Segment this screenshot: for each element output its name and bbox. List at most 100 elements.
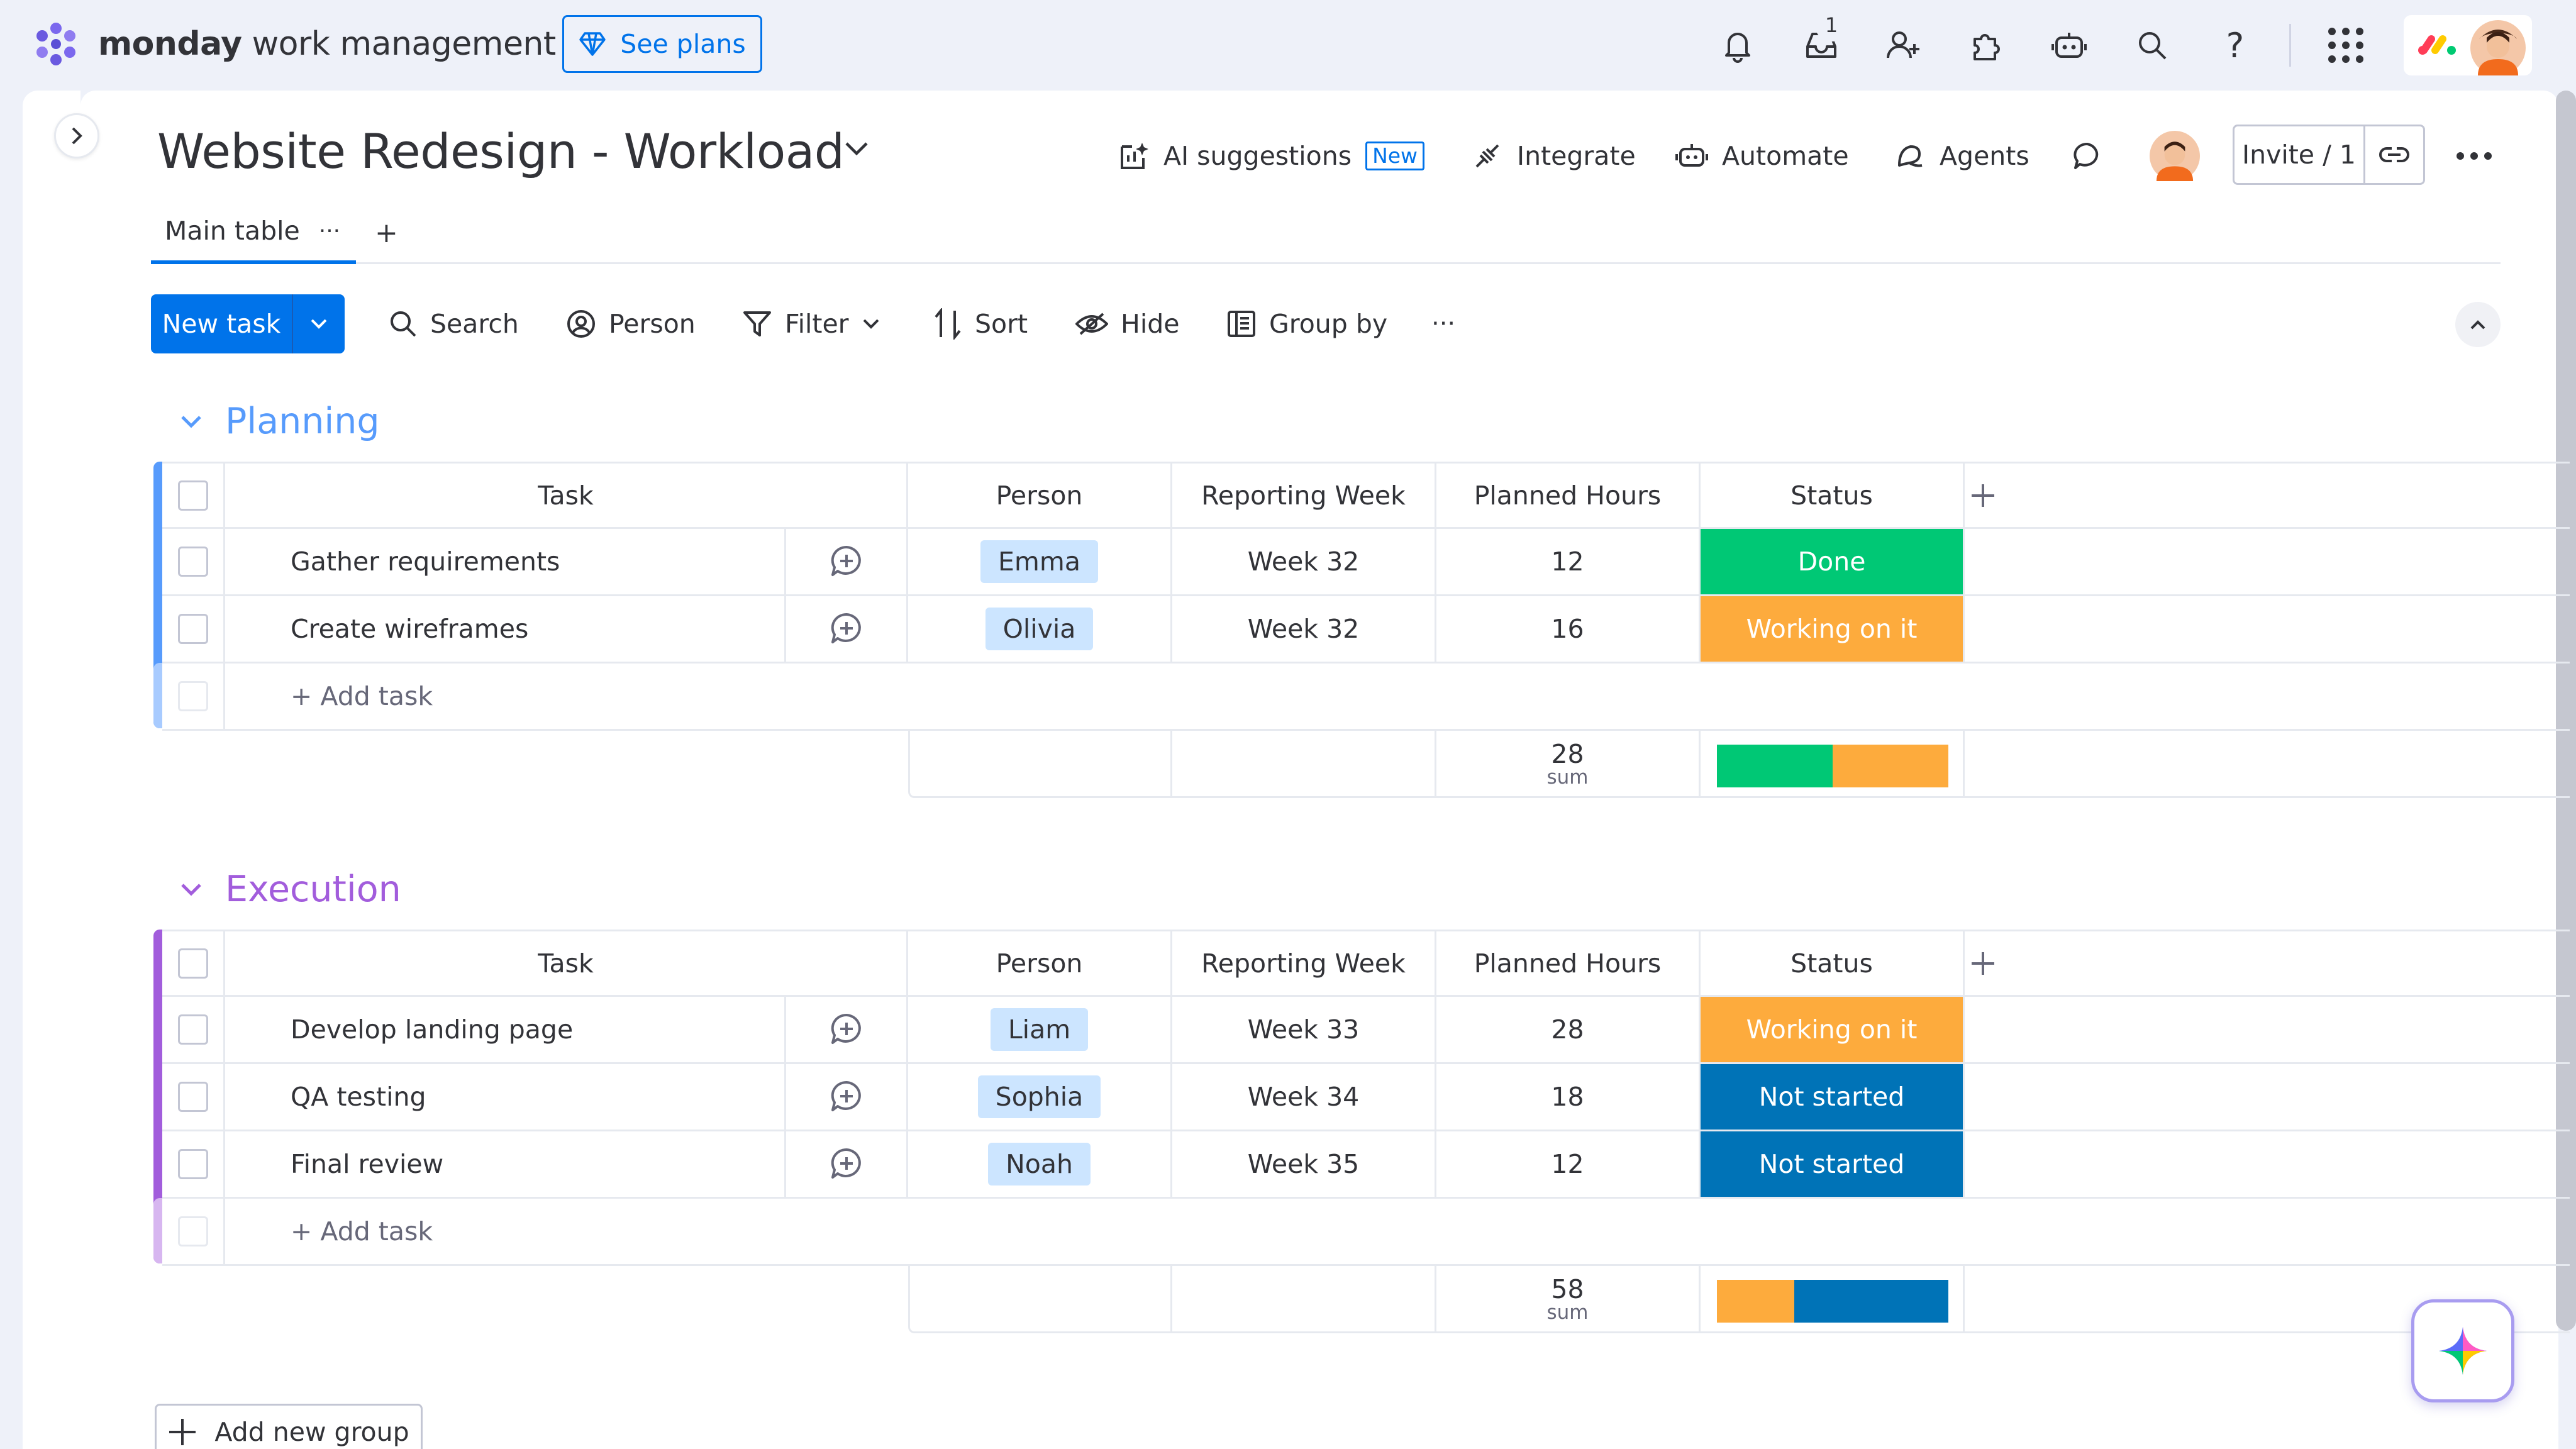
add-new-group-button[interactable]: Add new group: [155, 1404, 423, 1449]
search-button[interactable]: Search: [389, 294, 519, 353]
reporting-week[interactable]: Week 33: [1172, 997, 1436, 1064]
task-name[interactable]: Develop landing page: [225, 997, 786, 1064]
hours-sum: 58 sum: [1436, 1266, 1701, 1333]
person-pill: Emma: [980, 540, 1098, 583]
row-checkbox[interactable]: [177, 614, 208, 644]
column-header-person[interactable]: Person: [908, 462, 1172, 529]
add-task-input[interactable]: + Add task: [225, 663, 2570, 731]
add-update-button[interactable]: [786, 1131, 908, 1199]
status-summary-segment: [1794, 1280, 1948, 1323]
invite-person-icon[interactable]: [1880, 23, 1926, 68]
add-update-button[interactable]: [786, 997, 908, 1064]
row-checkbox: [177, 681, 208, 711]
status-label[interactable]: Not started: [1701, 1064, 1965, 1131]
row-checkbox[interactable]: [177, 547, 208, 577]
bell-icon[interactable]: [1715, 23, 1760, 68]
column-header-hours[interactable]: Planned Hours: [1436, 462, 1701, 529]
add-comment-icon: [831, 545, 861, 576]
board-owner-avatar[interactable]: [2150, 131, 2200, 181]
ai-suggestions-button[interactable]: AI suggestions New: [1118, 131, 1425, 181]
planned-hours[interactable]: 12: [1436, 529, 1701, 596]
sort-button[interactable]: Sort: [933, 294, 1028, 353]
see-plans-button[interactable]: See plans: [562, 15, 762, 73]
inbox-badge: 1: [1815, 9, 1848, 42]
integrate-icon: [1475, 144, 1499, 168]
reporting-week[interactable]: Week 34: [1172, 1064, 1436, 1131]
add-view-button[interactable]: +: [375, 201, 398, 264]
sidebar-expand-button[interactable]: [54, 113, 99, 158]
monday-logo[interactable]: monday work management: [31, 19, 556, 69]
account-switcher[interactable]: [2404, 15, 2532, 75]
row-checkbox[interactable]: [177, 1082, 208, 1112]
comments-button[interactable]: [2072, 131, 2103, 181]
planned-hours[interactable]: 12: [1436, 1131, 1701, 1199]
filter-button[interactable]: Filter: [742, 294, 880, 353]
app-grid-icon[interactable]: [2323, 23, 2368, 68]
planned-hours[interactable]: 18: [1436, 1064, 1701, 1131]
row-checkbox[interactable]: [177, 1149, 208, 1179]
select-all-checkbox[interactable]: [177, 948, 208, 979]
planned-hours[interactable]: 28: [1436, 997, 1701, 1064]
column-header-week[interactable]: Reporting Week: [1172, 462, 1436, 529]
tab-main-table[interactable]: Main table ···: [151, 201, 356, 264]
chevron-down-icon: [845, 142, 868, 156]
add-task-input[interactable]: + Add task: [225, 1199, 2570, 1266]
add-update-button[interactable]: [786, 529, 908, 596]
person-pill: Noah: [988, 1143, 1091, 1185]
status-label[interactable]: Working on it: [1701, 596, 1965, 663]
column-header-task[interactable]: Task: [225, 930, 908, 997]
group-by-button[interactable]: Group by: [1226, 294, 1387, 353]
add-update-button[interactable]: [786, 1064, 908, 1131]
agents-button[interactable]: Agents: [1894, 131, 2029, 181]
planned-hours[interactable]: 16: [1436, 596, 1701, 663]
column-header-person[interactable]: Person: [908, 930, 1172, 997]
search-icon[interactable]: [2129, 23, 2175, 68]
status-label[interactable]: Working on it: [1701, 997, 1965, 1064]
task-name[interactable]: QA testing: [225, 1064, 786, 1131]
collapse-header-button[interactable]: [2455, 302, 2501, 347]
task-name[interactable]: Final review: [225, 1131, 786, 1199]
column-header-task[interactable]: Task: [225, 462, 908, 529]
task-name[interactable]: Create wireframes: [225, 596, 786, 663]
robot-icon[interactable]: [2046, 23, 2092, 68]
board-title[interactable]: Website Redesign - Workload: [157, 123, 845, 179]
reporting-week[interactable]: Week 32: [1172, 596, 1436, 663]
copy-link-button[interactable]: [2365, 145, 2423, 165]
status-label[interactable]: Not started: [1701, 1131, 1965, 1199]
new-task-dropdown[interactable]: [293, 318, 345, 330]
row-checkbox[interactable]: [177, 1014, 208, 1045]
apps-icon[interactable]: [1963, 23, 2009, 68]
task-name[interactable]: Gather requirements: [225, 529, 786, 596]
toolbar-more-button[interactable]: ···: [1431, 294, 1455, 353]
column-header-status[interactable]: Status: [1701, 462, 1965, 529]
group-header-execution[interactable]: Execution: [179, 864, 401, 914]
board-toolbar: New task Search Person Filter Sort Hide …: [151, 294, 2503, 353]
add-column-button[interactable]: [1965, 930, 2001, 997]
hide-button[interactable]: Hide: [1075, 294, 1179, 353]
column-header-week[interactable]: Reporting Week: [1172, 930, 1436, 997]
invite-button[interactable]: Invite / 1: [2233, 125, 2425, 185]
inbox-icon[interactable]: 1: [1799, 9, 1848, 68]
reporting-week[interactable]: Week 32: [1172, 529, 1436, 596]
invite-label[interactable]: Invite / 1: [2235, 126, 2365, 183]
add-update-button[interactable]: [786, 596, 908, 663]
person-pill: Liam: [990, 1008, 1089, 1051]
column-header-status[interactable]: Status: [1701, 930, 1965, 997]
add-column-button[interactable]: [1965, 462, 2001, 529]
integrate-button[interactable]: Integrate: [1472, 131, 1636, 181]
tab-menu-button[interactable]: ···: [319, 218, 340, 244]
select-all-checkbox[interactable]: [177, 480, 208, 511]
status-label[interactable]: Done: [1701, 529, 1965, 596]
group-header-planning[interactable]: Planning: [179, 396, 380, 447]
new-task-button[interactable]: New task: [151, 294, 345, 353]
board-more-button[interactable]: [2455, 131, 2493, 181]
status-summary-segment: [1717, 745, 1833, 787]
board-title-dropdown[interactable]: [843, 140, 870, 157]
ai-assistant-button[interactable]: [2411, 1299, 2514, 1402]
column-header-hours[interactable]: Planned Hours: [1436, 930, 1701, 997]
help-icon[interactable]: ?: [2212, 23, 2258, 68]
new-task-label[interactable]: New task: [151, 294, 293, 353]
reporting-week[interactable]: Week 35: [1172, 1131, 1436, 1199]
automate-button[interactable]: Automate: [1675, 131, 1849, 181]
person-filter-button[interactable]: Person: [566, 294, 696, 353]
